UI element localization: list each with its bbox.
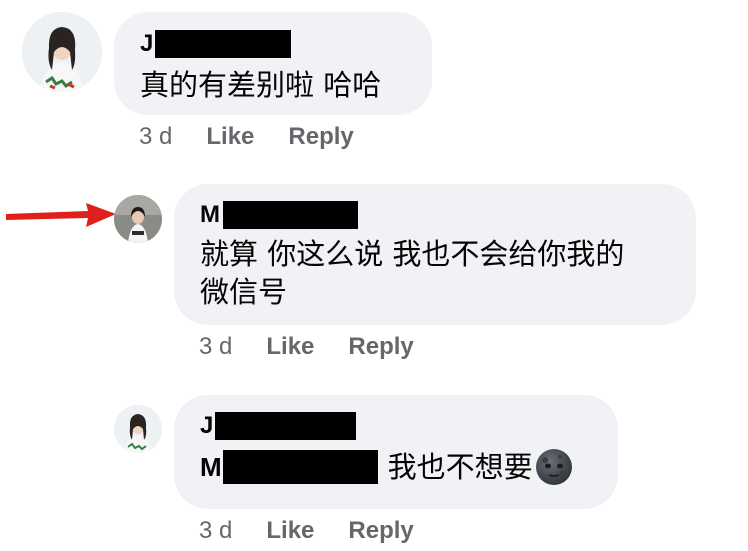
comment-actions-2: 3 d Like Reply xyxy=(199,333,414,361)
mention-initial: M xyxy=(200,452,222,482)
comment-text: 我也不想要 xyxy=(387,450,533,484)
comment-text-3: M 我也不想要 xyxy=(200,448,618,486)
red-arrow-annotation xyxy=(6,203,116,227)
comment-author-2[interactable]: M xyxy=(200,201,696,229)
comment-text-2: 就算 你这么说 我也不会给你我的 微信号 xyxy=(200,235,696,311)
redacted-name xyxy=(215,412,357,440)
comment-author-3[interactable]: J xyxy=(200,412,618,440)
mention-tag[interactable]: M xyxy=(200,448,378,486)
avatar-comment-1[interactable] xyxy=(22,12,102,92)
reply-button[interactable]: Reply xyxy=(288,123,353,151)
avatar-comment-2[interactable] xyxy=(114,195,162,243)
comment-author-1[interactable]: J xyxy=(140,30,432,58)
author-initial: J xyxy=(140,30,154,57)
comment-text-line: 就算 你这么说 我也不会给你我的 xyxy=(200,237,625,271)
redacted-name xyxy=(223,201,358,229)
comment-timestamp[interactable]: 3 d xyxy=(139,123,172,151)
comment-bubble-1: J 真的有差别啦 哈哈 xyxy=(114,12,432,115)
comment-text-line: 微信号 xyxy=(200,275,288,309)
redacted-name xyxy=(155,30,292,58)
reply-button[interactable]: Reply xyxy=(348,517,413,545)
like-button[interactable]: Like xyxy=(206,123,254,151)
comment-bubble-3: J M 我也不想要 xyxy=(174,395,618,509)
comment-timestamp[interactable]: 3 d xyxy=(199,333,232,361)
author-initial: J xyxy=(200,412,214,439)
like-button[interactable]: Like xyxy=(266,517,314,545)
comment-timestamp[interactable]: 3 d xyxy=(199,517,232,545)
comment-actions-1: 3 d Like Reply xyxy=(139,123,354,151)
comment-actions-3: 3 d Like Reply xyxy=(199,517,414,545)
author-initial: M xyxy=(200,201,220,228)
redacted-mention xyxy=(222,450,378,484)
reply-button[interactable]: Reply xyxy=(348,333,413,361)
comment-bubble-2: M 就算 你这么说 我也不会给你我的 微信号 xyxy=(174,184,696,325)
new-moon-face-emoji xyxy=(535,448,573,486)
comment-text-1: 真的有差别啦 哈哈 xyxy=(140,68,382,102)
like-button[interactable]: Like xyxy=(266,333,314,361)
avatar-comment-3[interactable] xyxy=(114,405,162,453)
